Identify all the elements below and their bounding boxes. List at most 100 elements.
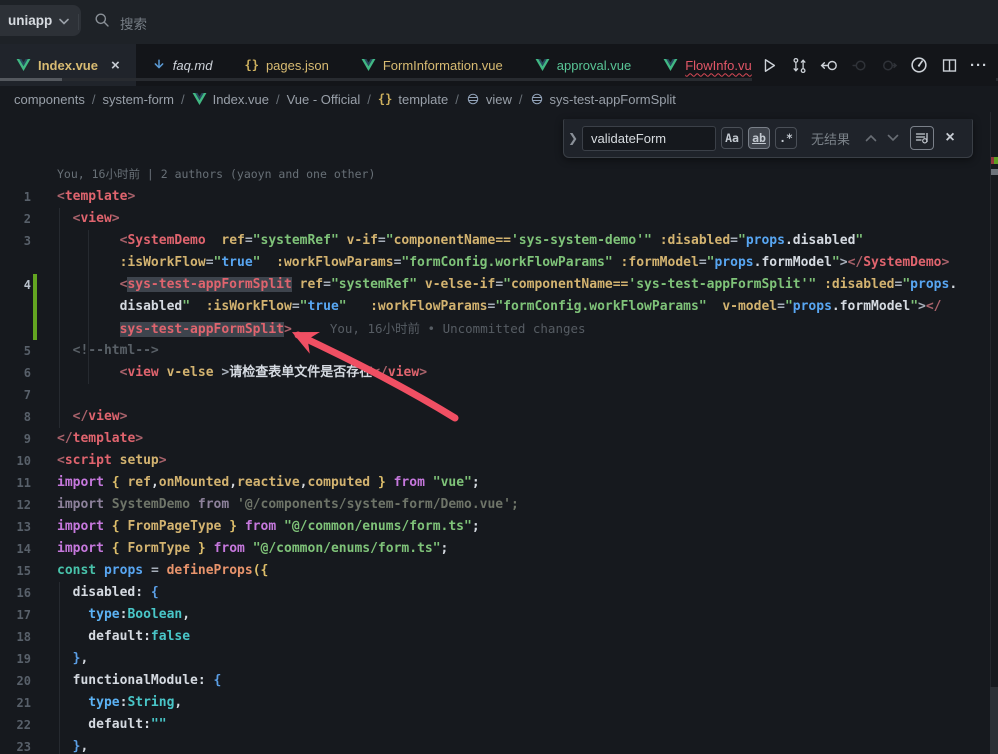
code-line-9[interactable]: 9</template>	[0, 428, 990, 450]
line-number[interactable]: 19	[0, 648, 44, 670]
next-match-icon[interactable]	[882, 127, 904, 149]
line-number[interactable]: 2	[0, 208, 44, 230]
breadcrumb-item-vue-official[interactable]: Vue - Official	[287, 92, 361, 107]
vue-icon	[663, 58, 678, 72]
regex-button[interactable]: .*	[775, 127, 797, 149]
tab-label: FormInformation.vue	[383, 58, 503, 73]
previous-match-icon[interactable]	[860, 127, 882, 149]
tab-scrollbar-thumb[interactable]	[0, 78, 62, 81]
line-number[interactable]: 17	[0, 604, 44, 626]
project-switcher[interactable]: uniapp	[0, 5, 81, 36]
line-number[interactable]: 10	[0, 450, 44, 472]
toggle-replace-icon[interactable]: ❯	[564, 131, 582, 145]
line-number[interactable]: 8	[0, 406, 44, 428]
code-line-6[interactable]: 6<view v-else >请检查表单文件是否存在</view>	[0, 362, 990, 384]
line-number[interactable]	[0, 318, 44, 340]
next-change-button[interactable]	[876, 52, 902, 78]
code-line-16[interactable]: 16disabled: {	[0, 582, 990, 604]
code-line-1[interactable]: 1<template>	[0, 186, 990, 208]
open-changes-back-button[interactable]	[816, 52, 842, 78]
find-input[interactable]	[582, 126, 716, 151]
code-line-10[interactable]: 10<script setup>	[0, 450, 990, 472]
line-number[interactable]: 11	[0, 472, 44, 494]
line-number[interactable]: 14	[0, 538, 44, 560]
code-text: :isWorkFlow="true" :workFlowParams="form…	[44, 252, 949, 274]
code-text: type:String,	[44, 692, 182, 714]
code-line-15[interactable]: 15const props = defineProps({	[0, 560, 990, 582]
code-line-23[interactable]: 23},	[0, 736, 990, 754]
code-line-18[interactable]: 18default:false	[0, 626, 990, 648]
line-number[interactable]: 4	[0, 274, 44, 296]
breadcrumb-item-system-form[interactable]: system-form	[102, 92, 174, 107]
line-number[interactable]: 13	[0, 516, 44, 538]
line-number[interactable]: 23	[0, 736, 44, 754]
run-button[interactable]	[756, 52, 782, 78]
global-search[interactable]: 搜索	[94, 12, 147, 33]
compare-changes-button[interactable]	[786, 52, 812, 78]
code-line-11[interactable]: 11import { ref,onMounted,reactive,comput…	[0, 472, 990, 494]
line-number[interactable]	[0, 252, 44, 274]
line-number[interactable]: 18	[0, 626, 44, 648]
code-editor[interactable]: You, 16小时前 | 2 authors (yaoyn and one ot…	[0, 112, 998, 754]
find-in-selection-icon[interactable]	[910, 126, 934, 150]
code-line-4-3[interactable]: sys-test-appFormSplit>You, 16小时前 • Uncom…	[0, 318, 990, 340]
line-number[interactable]: 21	[0, 692, 44, 714]
line-number[interactable]: 15	[0, 560, 44, 582]
line-number[interactable]: 20	[0, 670, 44, 692]
json-braces-icon: {}	[244, 58, 258, 72]
vertical-scrollbar-thumb[interactable]	[990, 687, 998, 754]
line-number[interactable]: 9	[0, 428, 44, 450]
compare-changes-icon	[791, 57, 808, 74]
tab-label: approval.vue	[557, 58, 631, 73]
breadcrumb-item-components[interactable]: components	[14, 92, 85, 107]
more-actions-button[interactable]: ···	[966, 52, 992, 78]
whole-word-button[interactable]: ab	[748, 127, 770, 149]
line-number[interactable]: 16	[0, 582, 44, 604]
line-number[interactable]	[0, 296, 44, 318]
breadcrumb-item-index-vue[interactable]: Index.vue	[192, 92, 269, 107]
code-line-3-2[interactable]: :isWorkFlow="true" :workFlowParams="form…	[0, 252, 990, 274]
code-line-20[interactable]: 20functionalModule: {	[0, 670, 990, 692]
code-line-22[interactable]: 22default:""	[0, 714, 990, 736]
code-line-4-1[interactable]: 4<sys-test-appFormSplit ref="systemRef" …	[0, 274, 990, 296]
breadcrumb-item-view[interactable]: view	[466, 92, 512, 107]
code-line-5[interactable]: 5<!--html-->	[0, 340, 990, 362]
breadcrumb-separator: /	[519, 92, 523, 107]
previous-change-icon	[851, 57, 868, 74]
code-line-19[interactable]: 19},	[0, 648, 990, 670]
code-line-17[interactable]: 17type:Boolean,	[0, 604, 990, 626]
ruler-error-marker	[991, 157, 994, 164]
code-text: import SystemDemo from '@/components/sys…	[44, 494, 519, 516]
line-number[interactable]: 22	[0, 714, 44, 736]
overview-ruler[interactable]	[990, 112, 998, 754]
line-number[interactable]: 12	[0, 494, 44, 516]
code-line-13[interactable]: 13import { FromPageType } from "@/common…	[0, 516, 990, 538]
code-line-21[interactable]: 21type:String,	[0, 692, 990, 714]
line-number[interactable]: 1	[0, 186, 44, 208]
line-number[interactable]: 6	[0, 362, 44, 384]
code-line-12[interactable]: 12import SystemDemo from '@/components/s…	[0, 494, 990, 516]
code-line-14[interactable]: 14import { FormType } from "@/common/enu…	[0, 538, 990, 560]
code-line-8[interactable]: 8</view>	[0, 406, 990, 428]
code-line-4-2[interactable]: disabled" :isWorkFlow="true" :workFlowPa…	[0, 296, 990, 318]
code-line-7[interactable]: 7	[0, 384, 990, 406]
git-blame-heading: You, 16小时前 | 2 authors (yaoyn and one ot…	[0, 163, 990, 186]
breadcrumb-label: sys-test-appFormSplit	[550, 92, 676, 107]
line-number[interactable]: 3	[0, 230, 44, 252]
code-line-3-1[interactable]: 3<SystemDemo ref="systemRef" v-if="compo…	[0, 230, 990, 252]
code-line-2[interactable]: 2<view>	[0, 208, 990, 230]
close-tab-icon[interactable]: ×	[111, 58, 120, 73]
code-text: sys-test-appFormSplit>You, 16小时前 • Uncom…	[44, 318, 586, 340]
previous-change-button[interactable]	[846, 52, 872, 78]
breadcrumb-item-sys-test-appformsplit[interactable]: sys-test-appFormSplit	[530, 92, 676, 107]
close-find-icon[interactable]: ×	[939, 127, 961, 149]
git-blame-inline: You, 16小时前 • Uncommitted changes	[330, 321, 586, 336]
code-text: <view v-else >请检查表单文件是否存在</view>	[44, 362, 427, 384]
file-history-button[interactable]	[906, 52, 932, 78]
split-editor-button[interactable]	[936, 52, 962, 78]
breadcrumb-item-template[interactable]: {}template	[378, 92, 448, 107]
match-case-button[interactable]: Aa	[721, 127, 743, 149]
line-number[interactable]: 5	[0, 340, 44, 362]
search-icon	[94, 12, 110, 33]
line-number[interactable]: 7	[0, 384, 44, 406]
